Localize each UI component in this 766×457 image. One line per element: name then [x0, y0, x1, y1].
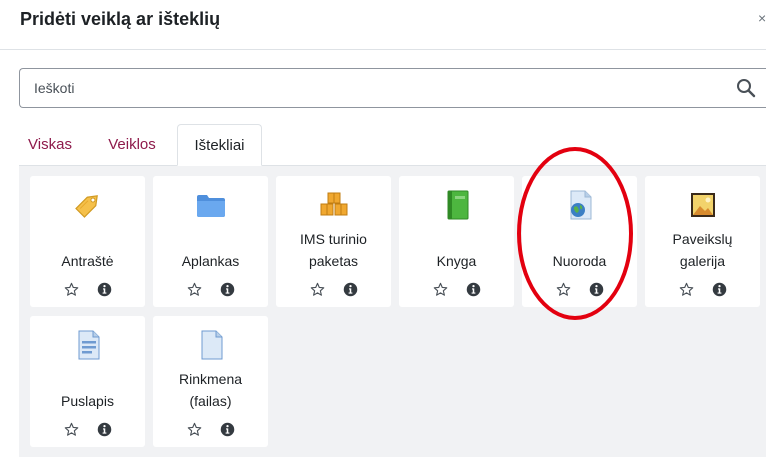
tab-bar: Viskas Veiklos Ištekliai — [19, 124, 766, 166]
search-icon[interactable] — [736, 78, 756, 98]
star-icon[interactable] — [187, 422, 202, 437]
header-divider — [0, 49, 766, 50]
tab-veiklos[interactable]: Veiklos — [97, 124, 167, 165]
info-icon[interactable] — [712, 282, 727, 297]
dialog-title: Pridėti veiklą ar išteklių — [20, 9, 221, 29]
card-label: Rinkmena (failas) — [178, 371, 243, 409]
search-box — [19, 68, 766, 108]
resource-card-ims-paketas[interactable]: IMS turinio paketas — [276, 176, 391, 307]
resource-card-puslapis[interactable]: Puslapis — [30, 316, 145, 447]
page-icon — [30, 328, 145, 362]
star-icon[interactable] — [310, 282, 325, 297]
info-icon[interactable] — [97, 282, 112, 297]
card-label: Knyga — [436, 253, 477, 269]
resource-card-nuoroda[interactable]: Nuoroda — [522, 176, 637, 307]
resource-card-knyga[interactable]: Knyga — [399, 176, 514, 307]
card-label: Paveikslų galerija — [672, 231, 733, 269]
close-icon[interactable]: × — [758, 10, 766, 26]
ims-package-icon — [276, 188, 391, 222]
resource-card-rinkmena[interactable]: Rinkmena (failas) — [153, 316, 268, 447]
card-label: Nuoroda — [552, 253, 607, 269]
info-icon[interactable] — [466, 282, 481, 297]
info-icon[interactable] — [343, 282, 358, 297]
info-icon[interactable] — [97, 422, 112, 437]
star-icon[interactable] — [64, 282, 79, 297]
tab-istekliai[interactable]: Ištekliai — [177, 124, 262, 166]
book-icon — [399, 188, 514, 222]
card-label: Antraštė — [61, 253, 114, 269]
star-icon[interactable] — [433, 282, 448, 297]
star-icon[interactable] — [64, 422, 79, 437]
resource-card-aplankas[interactable]: Aplankas — [153, 176, 268, 307]
label-tag-icon — [30, 188, 145, 222]
url-globe-icon — [522, 188, 637, 222]
resource-card-antraste[interactable]: Antraštė — [30, 176, 145, 307]
star-icon[interactable] — [556, 282, 571, 297]
info-icon[interactable] — [220, 422, 235, 437]
tab-viskas[interactable]: Viskas — [19, 124, 81, 165]
card-label: Puslapis — [61, 393, 114, 409]
star-icon[interactable] — [679, 282, 694, 297]
folder-icon — [153, 188, 268, 222]
info-icon[interactable] — [589, 282, 604, 297]
file-icon — [153, 328, 268, 362]
card-label: IMS turinio paketas — [300, 231, 367, 269]
search-input[interactable] — [20, 69, 720, 107]
star-icon[interactable] — [187, 282, 202, 297]
image-gallery-icon — [645, 188, 760, 222]
resource-grid: Antraštė Aplankas IMS turinio paketas Kn… — [19, 166, 766, 457]
resource-card-paveikslu-galerija[interactable]: Paveikslų galerija — [645, 176, 760, 307]
info-icon[interactable] — [220, 282, 235, 297]
card-label: Aplankas — [181, 253, 240, 269]
